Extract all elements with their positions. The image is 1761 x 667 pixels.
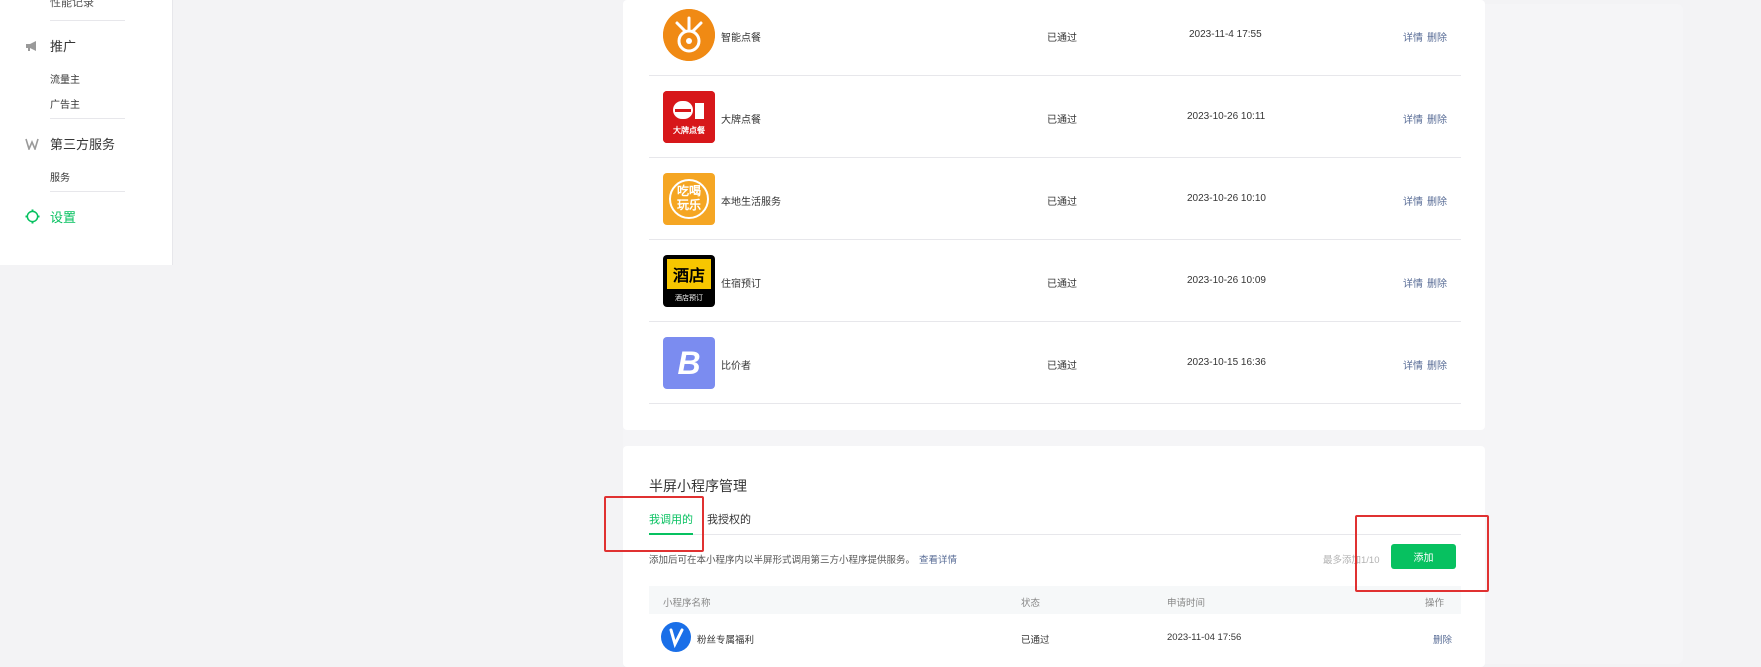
app-name: 粉丝专属福利 — [697, 635, 755, 646]
sidebar-item-cut[interactable]: 性能记录 — [50, 0, 94, 10]
divider — [50, 20, 125, 21]
table-header: 小程序名称 状态 申请时间 操作 — [649, 586, 1461, 614]
table-row: 大牌点餐 大牌点餐 已通过 2023-10-26 10:11 详情 删除 — [649, 75, 1461, 158]
app-status: 已通过 — [1047, 279, 1077, 290]
table-row: 吃喝玩乐 本地生活服务 已通过 2023-10-26 10:10 详情 删除 — [649, 157, 1461, 240]
app-status: 已通过 — [1047, 197, 1077, 208]
delete-link[interactable]: 删除 — [1427, 29, 1447, 44]
app-list-card: 智能点餐 已通过 2023-11-4 17:55 详情 删除 大牌点餐 大牌点餐… — [623, 0, 1485, 430]
row-actions: 详情 删除 — [1403, 29, 1447, 44]
row-actions: 详情 删除 — [1403, 193, 1447, 208]
table-row: 酒店 酒店预订 住宿预订 已通过 2023-10-26 10:09 详情 删除 — [649, 239, 1461, 322]
delete-link[interactable]: 删除 — [1427, 357, 1447, 372]
section-title: 半屏小程序管理 — [649, 478, 747, 494]
divider — [50, 118, 125, 119]
delete-link[interactable]: 删除 — [1433, 632, 1452, 646]
column-time: 申请时间 — [1167, 598, 1206, 609]
delete-link[interactable]: 删除 — [1427, 275, 1447, 290]
add-button[interactable]: 添加 — [1391, 544, 1456, 569]
app-logo: 大牌点餐 — [663, 91, 715, 143]
sidebar-group-third-party[interactable]: 第三方服务 — [24, 134, 115, 153]
sidebar-group-label: 设置 — [50, 210, 77, 225]
row-actions: 详情 删除 — [1403, 357, 1447, 372]
app-logo: 吃喝玩乐 — [663, 173, 715, 225]
app-name: 比价者 — [721, 361, 751, 372]
table-row: 粉丝专属福利 已通过 2023-11-04 17:56 删除 — [649, 618, 1461, 654]
app-logo-subtext: 酒店预订 — [675, 295, 703, 302]
app-status: 已通过 — [1047, 361, 1077, 372]
sidebar-group-promote[interactable]: 推广 — [24, 36, 76, 55]
column-name: 小程序名称 — [663, 598, 711, 609]
table-row: B 比价者 已通过 2023-10-15 16:36 详情 删除 — [649, 321, 1461, 404]
table-row: 智能点餐 已通过 2023-11-4 17:55 详情 删除 — [649, 0, 1461, 76]
tab-authorized[interactable]: 我授权的 — [707, 511, 751, 533]
gear-icon — [24, 209, 40, 225]
divider — [50, 191, 125, 192]
column-status: 状态 — [1021, 598, 1041, 609]
app-logo: 酒店 酒店预订 — [663, 255, 715, 307]
detail-link[interactable]: 详情 — [1403, 193, 1423, 208]
tab-bar: 我调用的 我授权的 — [649, 511, 1461, 535]
half-screen-card: 半屏小程序管理 我调用的 我授权的 添加后可在本小程序内以半屏形式调用第三方小程… — [623, 446, 1485, 667]
tab-invoked[interactable]: 我调用的 — [649, 511, 693, 535]
row-actions: 详情 删除 — [1403, 111, 1447, 126]
megaphone-icon — [24, 38, 40, 54]
app-time: 2023-10-26 10:10 — [1187, 193, 1266, 204]
app-logo: B — [663, 337, 715, 389]
sidebar-group-settings[interactable]: 设置 — [24, 207, 76, 226]
sidebar-item-traffic-owner[interactable]: 流量主 — [50, 71, 80, 86]
third-party-icon — [24, 136, 40, 152]
app-time: 2023-10-26 10:11 — [1187, 111, 1266, 122]
delete-link[interactable]: 删除 — [1427, 111, 1447, 126]
detail-link[interactable]: 详情 — [1403, 275, 1423, 290]
app-name: 本地生活服务 — [721, 197, 781, 208]
delete-link[interactable]: 删除 — [1427, 193, 1447, 208]
app-time: 2023-11-4 17:55 — [1189, 29, 1262, 40]
app-name: 智能点餐 — [721, 33, 761, 44]
app-logo — [663, 9, 715, 61]
detail-link[interactable]: 详情 — [1403, 29, 1423, 44]
description-text: 添加后可在本小程序内以半屏形式调用第三方小程序提供服务。 — [649, 555, 916, 566]
sidebar: 性能记录 推广 流量主 广告主 第三方服务 服务 设置 — [0, 0, 173, 265]
app-logo-text: 吃喝玩乐 — [676, 184, 701, 212]
app-name: 大牌点餐 — [721, 115, 761, 126]
sidebar-item-service[interactable]: 服务 — [50, 169, 70, 184]
quota-text: 最多添加1/10 — [1323, 555, 1380, 566]
app-logo-text: B — [677, 345, 701, 381]
section-description: 添加后可在本小程序内以半屏形式调用第三方小程序提供服务。 查看详情 — [649, 552, 957, 566]
sidebar-group-label: 推广 — [50, 39, 77, 54]
app-name: 住宿预订 — [721, 279, 761, 290]
app-status: 已通过 — [1047, 33, 1077, 44]
app-status: 已通过 — [1021, 635, 1050, 646]
detail-link[interactable]: 详情 — [1403, 357, 1423, 372]
view-details-link[interactable]: 查看详情 — [919, 555, 957, 566]
app-logo-text: 酒店 — [672, 268, 705, 285]
app-time: 2023-10-15 16:36 — [1187, 357, 1266, 368]
detail-link[interactable]: 详情 — [1403, 111, 1423, 126]
column-ops: 操作 — [1425, 598, 1445, 609]
sidebar-item-advertiser[interactable]: 广告主 — [50, 96, 80, 111]
sidebar-group-label: 第三方服务 — [50, 137, 116, 152]
row-actions: 详情 删除 — [1403, 275, 1447, 290]
app-logo-text: 大牌点餐 — [673, 126, 705, 135]
app-logo — [661, 622, 691, 652]
app-time: 2023-10-26 10:09 — [1187, 275, 1266, 286]
app-time: 2023-11-04 17:56 — [1167, 632, 1242, 643]
app-status: 已通过 — [1047, 115, 1077, 126]
